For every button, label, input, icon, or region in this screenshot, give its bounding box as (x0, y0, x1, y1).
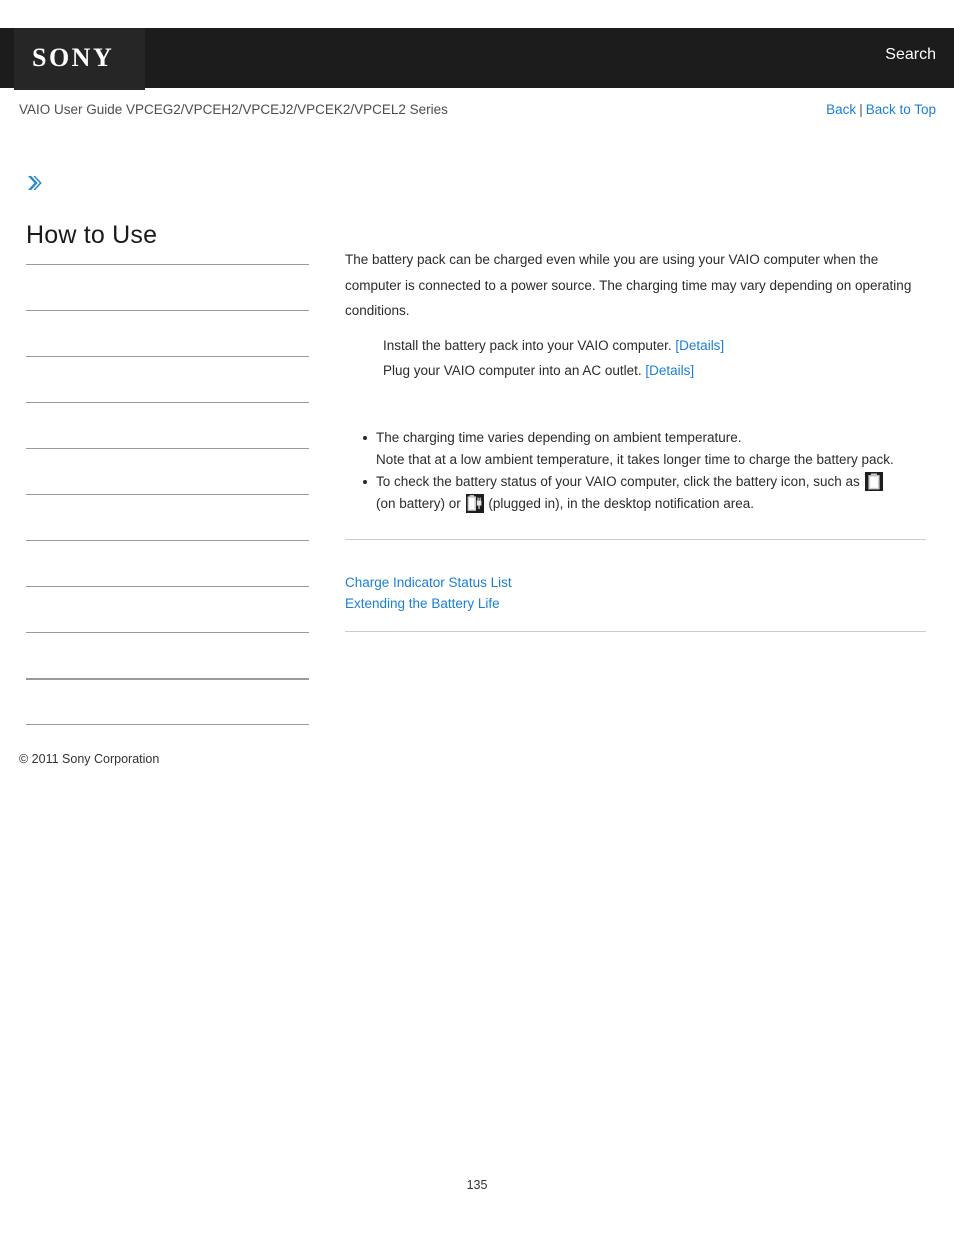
sidebar-item-4[interactable] (26, 402, 309, 448)
note-1-line-1: The charging time varies depending on am… (376, 429, 742, 445)
battery-icon (864, 471, 883, 491)
copyright-notice: © 2011 Sony Corporation (19, 752, 160, 766)
sidebar-item-5[interactable] (26, 448, 309, 494)
note-item-1: The charging time varies depending on am… (363, 427, 926, 471)
note-2-part-3: (plugged in), in the desktop notificatio… (488, 495, 754, 511)
back-to-top-link[interactable]: Back to Top (866, 102, 936, 117)
intro-paragraph: The battery pack can be charged even whi… (345, 252, 912, 318)
step-1-details-link[interactable]: [Details] (675, 338, 724, 353)
sidebar-item-9[interactable] (26, 632, 309, 678)
chevron-right-icon[interactable] (25, 174, 43, 192)
guide-title: VAIO User Guide VPCEG2/VPCEH2/VPCEJ2/VPC… (19, 102, 448, 117)
sony-logo-block: SONY (14, 28, 145, 90)
related-links: Charge Indicator Status List Extending t… (345, 572, 926, 614)
battery-plugged-in-icon (465, 493, 484, 513)
sidebar-item-1[interactable] (26, 264, 309, 310)
page-title: How to Use (26, 221, 158, 249)
nav-separator: | (859, 102, 863, 117)
header-nav-links: Back | Back to Top (826, 101, 936, 119)
note-2-part-1: To check the battery status of your VAIO… (376, 473, 860, 489)
note-1-line-2: Note that at a low ambient temperature, … (376, 451, 894, 467)
related-links-top-rule (345, 539, 926, 540)
back-link[interactable]: Back (826, 102, 856, 117)
main-content: The battery pack can be charged even whi… (345, 247, 926, 515)
note-2-part-2: (on battery) or (376, 495, 461, 511)
page-number: 135 (466, 1178, 488, 1192)
note-item-2: To check the battery status of your VAIO… (363, 471, 926, 515)
step-2-text: Plug your VAIO computer into an AC outle… (383, 363, 642, 378)
related-link-extending-the-battery-life[interactable]: Extending the Battery Life (345, 593, 926, 614)
related-links-bottom-rule (345, 631, 926, 632)
notes-list: The charging time varies depending on am… (345, 427, 926, 515)
sidebar-item-2[interactable] (26, 310, 309, 356)
sidebar-item-7[interactable] (26, 540, 309, 586)
sidebar-item-10[interactable] (26, 678, 309, 724)
subheader: VAIO User Guide VPCEG2/VPCEH2/VPCEJ2/VPC… (0, 101, 954, 123)
sony-logo: SONY (32, 43, 115, 72)
sidebar-item-3[interactable] (26, 356, 309, 402)
search-link[interactable]: Search (885, 47, 936, 63)
step-2-details-link[interactable]: [Details] (645, 363, 694, 378)
step-item-1: Install the battery pack into your VAIO … (383, 333, 926, 359)
steps-list: Install the battery pack into your VAIO … (345, 333, 926, 384)
sidebar-item-8[interactable] (26, 586, 309, 632)
related-link-charge-indicator-status-list[interactable]: Charge Indicator Status List (345, 572, 926, 593)
step-1-text: Install the battery pack into your VAIO … (383, 337, 672, 353)
step-item-2: Plug your VAIO computer into an AC outle… (383, 358, 926, 384)
sidebar-item-6[interactable] (26, 494, 309, 540)
sidebar-nav-list (26, 264, 309, 770)
